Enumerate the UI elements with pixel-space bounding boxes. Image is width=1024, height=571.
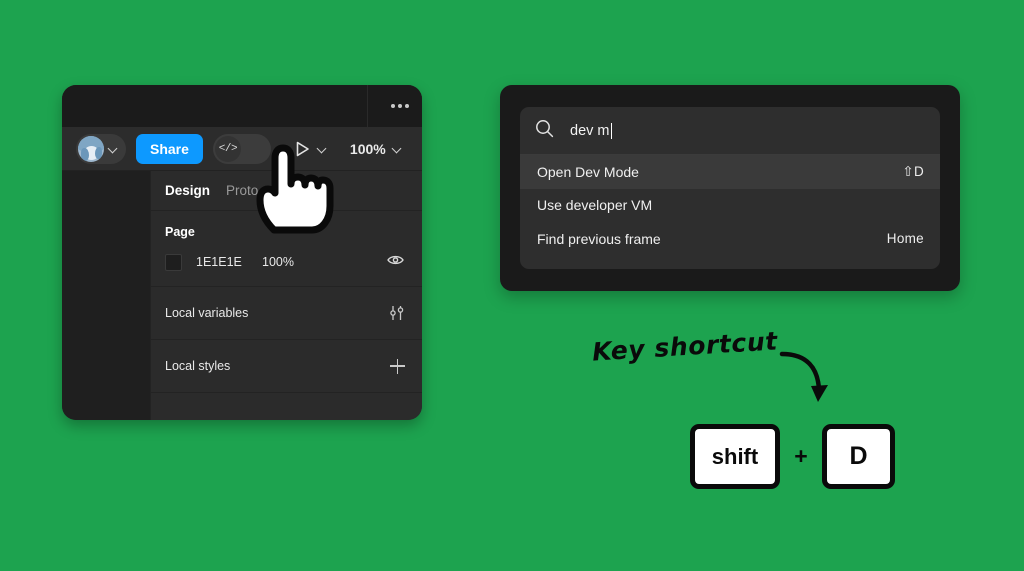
palette-result-use-developer-vm[interactable]: Use developer VM [520, 189, 940, 223]
avatar-shape [95, 146, 102, 159]
share-button[interactable]: Share [136, 133, 203, 164]
avatar [78, 135, 104, 162]
search-input[interactable]: dev m [570, 123, 610, 139]
tab-design[interactable]: Design [165, 183, 210, 198]
add-style-button[interactable] [390, 358, 405, 374]
layers-sidebar [62, 171, 150, 420]
result-label: Use developer VM [537, 197, 653, 214]
zoom-level-label: 100% [349, 140, 386, 157]
zoom-control[interactable]: 100% [350, 141, 403, 157]
result-label: Open Dev Mode [537, 163, 639, 180]
more-options-button[interactable] [378, 85, 422, 127]
ellipsis-horizontal-icon [391, 104, 395, 108]
command-palette: dev m Open Dev Mode ⇧D Use developer VM … [520, 107, 940, 269]
page-color-opacity[interactable]: 100% [262, 255, 294, 269]
ellipsis-horizontal-icon [405, 104, 409, 108]
local-variables-row[interactable]: Local variables [151, 287, 422, 340]
page-section: Page 1E1E1E 100% [151, 211, 422, 287]
result-shortcut: ⇧D [902, 163, 924, 179]
local-styles-label: Local styles [165, 359, 231, 373]
local-styles-row[interactable]: Local styles [151, 340, 422, 393]
key-shift: shift [690, 424, 780, 489]
code-brackets-icon: </> [214, 135, 241, 162]
search-icon [535, 119, 554, 143]
dev-mode-toggle[interactable]: </> [212, 133, 271, 164]
palette-result-open-dev-mode[interactable]: Open Dev Mode ⇧D [520, 155, 940, 189]
search-input-wrapper[interactable]: dev m [570, 122, 612, 139]
plus-icon [390, 358, 405, 374]
header-divider [367, 85, 368, 127]
page-color-hex[interactable]: 1E1E1E [196, 255, 262, 269]
keyboard-shortcut-keys: shift + D [690, 424, 895, 489]
page-background-row: 1E1E1E 100% [165, 253, 408, 271]
curved-arrow-icon [779, 351, 828, 402]
eye-icon[interactable] [387, 253, 404, 271]
page-section-title: Page [165, 225, 195, 239]
figma-ui-panel: Share </> 100% Design Proto Page 1E1E1E … [62, 85, 422, 420]
color-swatch[interactable] [165, 253, 182, 271]
avatar-shape [81, 147, 89, 161]
canvas: Share </> 100% Design Proto Page 1E1E1E … [0, 0, 1024, 571]
result-shortcut: Home [886, 231, 924, 247]
annotation-label: Key shortcut [591, 326, 779, 367]
panel-header [62, 85, 422, 127]
chevron-down-icon[interactable] [108, 143, 119, 154]
panel-toolbar: Share </> 100% [62, 127, 422, 171]
result-label: Find previous frame [537, 230, 661, 247]
design-prototype-tabs: Design Proto [151, 171, 422, 211]
properties-sidebar: Design Proto Page 1E1E1E 100% Local vari… [150, 171, 422, 420]
play-triangle-icon[interactable] [295, 141, 310, 157]
present-group[interactable] [295, 141, 328, 157]
chevron-down-icon[interactable] [317, 143, 328, 154]
text-caret [610, 122, 612, 139]
palette-search-row[interactable]: dev m [520, 107, 940, 155]
tab-prototype[interactable]: Proto [226, 183, 258, 198]
command-palette-window: dev m Open Dev Mode ⇧D Use developer VM … [500, 85, 960, 291]
chevron-down-icon[interactable] [392, 143, 403, 154]
sliders-icon[interactable] [389, 305, 405, 321]
ellipsis-horizontal-icon [398, 104, 402, 108]
key-separator: + [794, 443, 808, 469]
annotation-group: Key shortcut [585, 326, 830, 422]
key-d: D [822, 424, 895, 489]
palette-result-find-previous-frame[interactable]: Find previous frame Home [520, 222, 940, 256]
local-variables-label: Local variables [165, 306, 249, 320]
avatar-group[interactable] [76, 133, 126, 164]
